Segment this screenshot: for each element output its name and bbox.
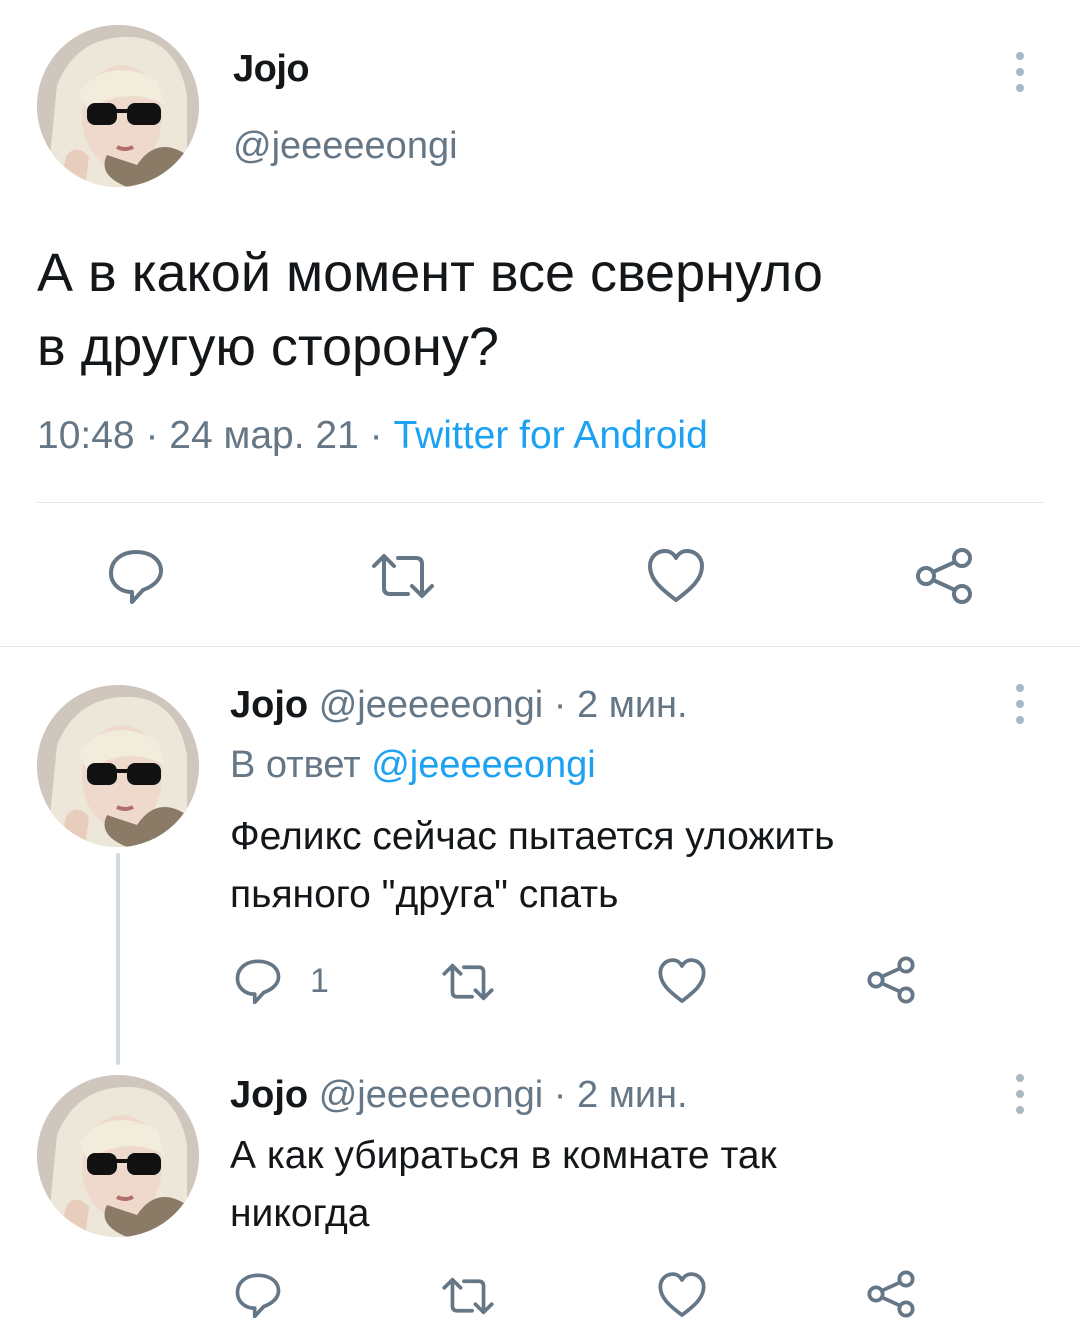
reply-count: 1 (310, 961, 329, 1000)
reply-header: Jojo @jeeeeeongi · 2 мин. (230, 684, 688, 727)
reply-avatar[interactable] (37, 685, 199, 847)
main-tweet-avatar[interactable] (37, 25, 199, 187)
retweet-icon (372, 554, 434, 598)
reply-author-name[interactable]: Jojo (230, 684, 308, 726)
reply-time: 2 мин. (577, 684, 688, 726)
reply-text-line2: никогда (230, 1192, 370, 1235)
reply-text: Феликс сейчас пытается уложить пьяного "… (230, 808, 834, 924)
reply-header: Jojo @jeeeeeongi · 2 мин. (230, 1074, 688, 1117)
more-vertical-icon (1012, 52, 1028, 92)
like-button[interactable] (657, 1271, 707, 1319)
retweet-button[interactable] (441, 962, 495, 1002)
main-tweet-text: А в какой момент все свернуло в другую с… (37, 236, 823, 384)
reply-author-handle[interactable]: @jeeeeeongi (319, 684, 544, 726)
divider (37, 502, 1044, 503)
more-vertical-icon (1012, 684, 1028, 724)
reply-more-button[interactable] (1012, 684, 1028, 732)
reply-icon (109, 550, 163, 604)
tweet-time: 10:48 (37, 414, 135, 457)
reply-more-button[interactable] (1012, 1074, 1028, 1122)
main-author-handle[interactable]: @jeeeeeongi (233, 125, 458, 168)
retweet-icon (442, 963, 494, 1001)
avatar-photo (37, 25, 199, 187)
like-icon (648, 549, 704, 602)
like-button[interactable] (646, 548, 706, 604)
reply-text-line1: А как убираться в комнате так (230, 1134, 777, 1177)
reply-text: А как убираться в комнате так никогда (230, 1127, 777, 1243)
main-tweet-text-line2: в другую сторону? (37, 317, 499, 377)
reply-icon (235, 959, 281, 1004)
like-icon (658, 1272, 706, 1317)
reply-author-handle[interactable]: @jeeeeeongi (319, 1074, 544, 1116)
reply-avatar[interactable] (37, 1075, 199, 1237)
retweet-icon (442, 1277, 494, 1315)
share-button[interactable] (914, 546, 974, 606)
replying-to-handle[interactable]: @jeeeeeongi (371, 744, 596, 786)
reply-author-name[interactable]: Jojo (230, 1074, 308, 1116)
reply-icon (235, 1273, 281, 1318)
retweet-button[interactable] (370, 552, 436, 600)
reply-button[interactable] (107, 548, 165, 604)
share-icon (916, 548, 972, 604)
like-icon (658, 958, 706, 1003)
replying-to-label: В ответ (230, 744, 361, 786)
share-button[interactable] (866, 955, 916, 1005)
share-icon (867, 956, 915, 1004)
share-button[interactable] (866, 1269, 916, 1319)
more-vertical-icon (1012, 1074, 1028, 1114)
reply-time: 2 мин. (577, 1074, 688, 1116)
tweet-source-link[interactable]: Twitter for Android (393, 414, 707, 457)
main-tweet-text-line1: А в какой момент все свернуло (37, 243, 823, 303)
reply-button[interactable] (234, 1272, 282, 1318)
retweet-button[interactable] (441, 1276, 495, 1316)
main-author-name[interactable]: Jojo (233, 48, 310, 91)
meta-separator: · (553, 684, 567, 726)
meta-separator: · (145, 414, 159, 457)
reply-text-line2: пьяного "друга" спать (230, 873, 619, 916)
like-button[interactable] (657, 957, 707, 1005)
reply-button[interactable]: 1 (234, 958, 329, 1004)
meta-separator: · (553, 1074, 567, 1116)
main-more-button[interactable] (1012, 52, 1028, 100)
thread-line (116, 853, 120, 1065)
meta-separator: · (369, 414, 383, 457)
avatar-photo (37, 1075, 199, 1237)
main-tweet-meta: 10:48 · 24 мар. 21 · Twitter for Android (37, 414, 708, 458)
section-divider (0, 646, 1080, 647)
reply-text-line1: Феликс сейчас пытается уложить (230, 815, 835, 858)
avatar-photo (37, 685, 199, 847)
replying-to: В ответ @jeeeeeongi (230, 744, 596, 787)
share-icon (867, 1270, 915, 1318)
tweet-date: 24 мар. 21 (169, 414, 359, 457)
